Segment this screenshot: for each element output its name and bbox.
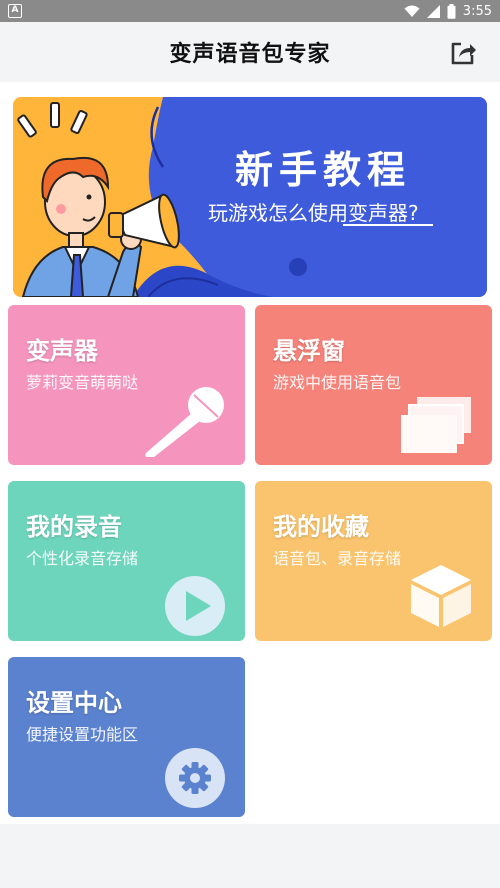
- windows-stack-icon: [401, 397, 471, 453]
- banner-title: 新手教程: [235, 148, 412, 192]
- card-subtitle: 语音包、录音存储: [273, 549, 402, 568]
- card-subtitle: 萝莉变音萌萌哒: [26, 373, 139, 392]
- bottom-area: [0, 824, 500, 888]
- card-subtitle: 游戏中使用语音包: [273, 373, 402, 392]
- clock: 3:55: [462, 3, 492, 19]
- notification-icon: A: [8, 4, 22, 18]
- card-title: 我的收藏: [273, 513, 369, 541]
- card-subtitle: 便捷设置功能区: [26, 725, 139, 744]
- gear-icon: [165, 748, 225, 808]
- card-title: 设置中心: [26, 689, 122, 717]
- share-icon: [451, 42, 476, 65]
- card-subtitle: 个性化录音存储: [26, 549, 139, 568]
- voice-changer-card[interactable]: 变声器 萝莉变音萌萌哒: [8, 305, 245, 465]
- signal-icon: [426, 4, 440, 18]
- play-icon: [165, 576, 225, 636]
- my-favorites-card[interactable]: 我的收藏 语音包、录音存储: [255, 481, 492, 641]
- share-button[interactable]: [448, 38, 478, 68]
- battery-icon: [447, 3, 456, 19]
- banner-subtitle: 玩游戏怎么使用变声器?: [208, 201, 419, 225]
- my-recordings-card[interactable]: 我的录音 个性化录音存储: [8, 481, 245, 641]
- main-content: 新手教程 玩游戏怎么使用变声器? 变声器 萝莉变音萌萌哒 悬浮窗 游戏中使用语音…: [0, 82, 500, 824]
- settings-center-card[interactable]: 设置中心 便捷设置功能区: [8, 657, 245, 817]
- tutorial-banner[interactable]: 新手教程 玩游戏怎么使用变声器?: [13, 97, 487, 297]
- status-bar-right: 3:55: [404, 0, 492, 22]
- microphone-icon: [145, 387, 224, 457]
- app-title: 变声语音包专家: [169, 42, 331, 67]
- floating-window-card[interactable]: 悬浮窗 游戏中使用语音包: [255, 305, 492, 465]
- wifi-icon: [404, 5, 420, 18]
- status-bar: A 3:55: [0, 0, 500, 22]
- card-title: 变声器: [26, 337, 98, 365]
- card-title: 我的录音: [26, 513, 122, 541]
- card-title: 悬浮窗: [273, 337, 345, 365]
- app-bar: 变声语音包专家: [0, 22, 500, 82]
- box-icon: [411, 565, 471, 627]
